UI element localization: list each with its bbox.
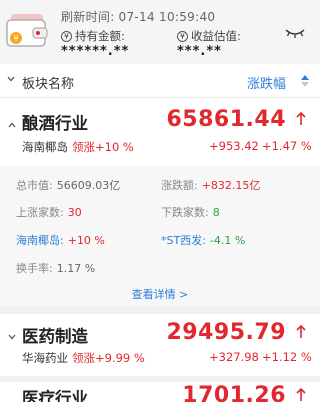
income-estimate-value: ***.**: [177, 44, 222, 59]
chevron-up-icon[interactable]: [7, 120, 17, 130]
holding-amount-label: ¥ 持有金额:: [61, 28, 125, 44]
top-gainer[interactable]: 海南椰岛: +10 %: [16, 232, 105, 248]
sector-change-pct: +1.12 %: [262, 350, 312, 364]
turnover-rate: 换手率: 1.17 %: [16, 262, 96, 275]
leading-stock-change: 领涨+10 %: [72, 140, 134, 154]
sector-change: +953.42: [209, 139, 259, 153]
svg-text:¥: ¥: [13, 34, 18, 43]
leading-stock-change: 领涨+9.99 %: [72, 351, 145, 365]
leading-stock: 华海药业 领涨+9.99 %: [22, 350, 145, 366]
arrow-up-icon: [296, 112, 306, 125]
account-header: ¥ 刷新时间: 07-14 10:59:40 ¥ 持有金额: ******.** …: [0, 0, 320, 64]
sector-name: 医药制造: [22, 327, 88, 346]
sector-row[interactable]: 医疗行业 1701.26: [0, 382, 320, 402]
sector-name-header: 板块名称: [22, 77, 75, 92]
sector-row[interactable]: 酿酒行业 65861.44 海南椰岛 领涨+10 % +953.42 +1.47 …: [0, 98, 320, 166]
hide-amount-eye-icon[interactable]: [284, 27, 306, 39]
yen-icon: ¥: [61, 30, 72, 42]
sector-name: 酿酒行业: [22, 114, 88, 133]
total-market-cap: 总市值: 56609.03亿: [16, 179, 121, 192]
refresh-label: 刷新时间:: [61, 10, 115, 24]
sort-bar: 板块名称 涨跌幅: [0, 64, 320, 98]
arrow-up-icon: [296, 325, 306, 338]
sector-change: +327.98: [209, 350, 259, 364]
sector-price: 29495.79: [166, 320, 286, 345]
top-loser[interactable]: *ST西发: -4.1 %: [161, 232, 245, 248]
leading-stock: 海南椰岛 领涨+10 %: [22, 139, 134, 155]
sector-change-pct: +1.47 %: [262, 139, 312, 153]
change-amount: 涨跌额: +832.15亿: [161, 179, 261, 192]
sector-name: 医疗行业: [22, 389, 88, 402]
arrow-up-icon: [296, 388, 306, 401]
income-estimate-label: ¥ 收益估值:: [177, 28, 241, 44]
divider: [0, 306, 320, 314]
top-loser-link[interactable]: *ST西发:: [161, 234, 206, 247]
down-count: 下跌家数: 8: [161, 206, 220, 219]
sector-price: 1701.26: [182, 383, 286, 402]
chevron-down-icon[interactable]: [7, 332, 17, 342]
sort-by-change-button[interactable]: 涨跌幅: [247, 73, 286, 92]
sort-arrows-icon[interactable]: [299, 73, 311, 89]
sector-price: 65861.44: [166, 107, 286, 132]
refresh-timestamp: 07-14 10:59:40: [118, 10, 216, 24]
refresh-time: 刷新时间: 07-14 10:59:40: [61, 8, 215, 25]
holding-amount-value: ******.**: [61, 44, 130, 59]
up-count: 上涨家数: 30: [16, 206, 82, 219]
wallet-icon: ¥: [6, 14, 48, 47]
sector-row[interactable]: 医药制造 29495.79 华海药业 领涨+9.99 % +327.98 +1.1…: [0, 314, 320, 378]
leading-stock-name: 华海药业: [22, 351, 68, 365]
view-details-link[interactable]: 查看详情 >: [0, 286, 320, 302]
chevron-down-icon[interactable]: [6, 74, 16, 84]
top-gainer-link[interactable]: 海南椰岛:: [16, 234, 64, 247]
sector-details-panel: 总市值: 56609.03亿 涨跌额: +832.15亿 上涨家数: 30 下跌家数:…: [0, 166, 320, 306]
leading-stock-name: 海南椰岛: [22, 140, 68, 154]
yen-icon: ¥: [177, 30, 188, 42]
